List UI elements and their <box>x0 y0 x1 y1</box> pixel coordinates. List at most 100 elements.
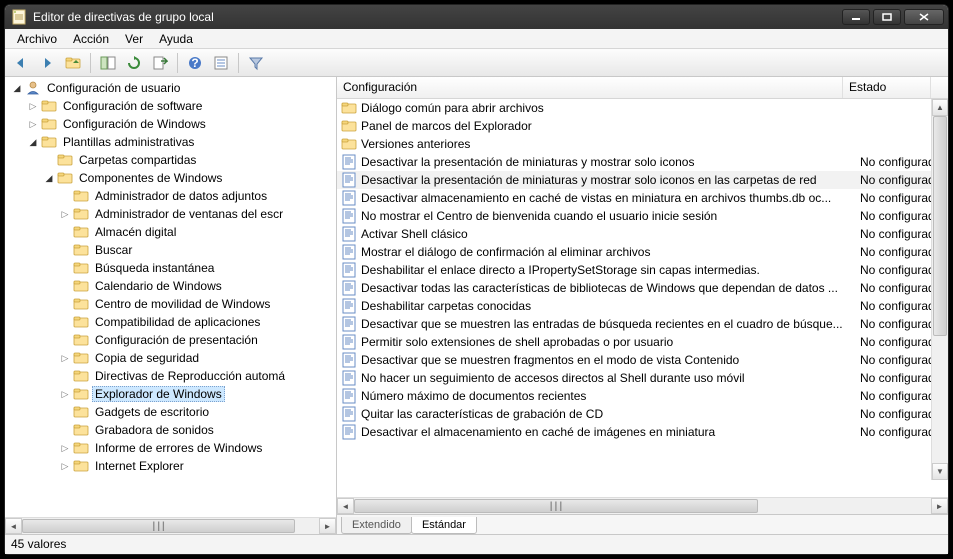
scroll-right-icon[interactable]: ► <box>319 518 336 534</box>
tree-item[interactable]: Almacén digital <box>59 223 336 241</box>
tree-item[interactable]: ▷Copia de seguridad <box>59 349 336 367</box>
tree-item[interactable]: ◢Configuración de usuario <box>11 79 336 97</box>
tree-item[interactable]: Carpetas compartidas <box>43 151 336 169</box>
help-icon[interactable]: ? <box>183 52 207 74</box>
scroll-down-icon[interactable]: ▼ <box>932 463 948 480</box>
show-hide-tree-icon[interactable] <box>96 52 120 74</box>
close-button[interactable] <box>904 9 944 25</box>
policy-setting-icon <box>341 190 357 206</box>
expand-icon[interactable]: ▷ <box>59 442 71 454</box>
scrollbar-thumb[interactable]: ┃┃┃ <box>354 499 758 513</box>
tree-item[interactable]: Calendario de Windows <box>59 277 336 295</box>
tree-view[interactable]: ◢Configuración de usuario▷Configuración … <box>5 77 336 517</box>
folder-icon <box>41 134 57 150</box>
list-vertical-scrollbar[interactable]: ▲ ▼ <box>931 99 948 480</box>
expand-icon[interactable]: ▷ <box>59 208 71 220</box>
tree-item[interactable]: Directivas de Reproducción automá <box>59 367 336 385</box>
tree-item[interactable]: ▷ Internet Explorer <box>59 457 336 475</box>
menu-ver[interactable]: Ver <box>117 30 151 48</box>
scroll-up-icon[interactable]: ▲ <box>932 99 948 116</box>
list-row[interactable]: Activar Shell clásicoNo configurada <box>337 225 948 243</box>
nav-up-icon[interactable] <box>61 52 85 74</box>
tree-item[interactable]: ◢Componentes de Windows <box>43 169 336 187</box>
list-row[interactable]: No mostrar el Centro de bienvenida cuand… <box>337 207 948 225</box>
column-header-name[interactable]: Configuración <box>337 77 843 98</box>
tree-item-label: Administrador de ventanas del escr <box>92 206 286 222</box>
expand-icon[interactable]: ▷ <box>27 100 39 112</box>
collapse-icon[interactable]: ◢ <box>27 136 39 148</box>
list-row[interactable]: Diálogo común para abrir archivos <box>337 99 948 117</box>
window-title: Editor de directivas de grupo local <box>33 10 842 24</box>
list-row[interactable]: Desactivar la presentación de miniaturas… <box>337 153 948 171</box>
list-row[interactable]: Deshabilitar el enlace directo a IProper… <box>337 261 948 279</box>
tree-item[interactable]: Compatibilidad de aplicaciones <box>59 313 336 331</box>
collapse-icon[interactable]: ◢ <box>43 172 55 184</box>
expand-icon[interactable]: ▷ <box>59 352 71 364</box>
menu-archivo[interactable]: Archivo <box>9 30 65 48</box>
menu-accion[interactable]: Acción <box>65 30 117 48</box>
scroll-left-icon[interactable]: ◄ <box>5 518 22 534</box>
tree-item[interactable]: Administrador de datos adjuntos <box>59 187 336 205</box>
list-row[interactable]: Quitar las características de grabación … <box>337 405 948 423</box>
tree-item[interactable]: ▷Informe de errores de Windows <box>59 439 336 457</box>
expand-icon[interactable]: ▷ <box>59 460 71 472</box>
titlebar[interactable]: Editor de directivas de grupo local <box>5 5 948 29</box>
tree-item[interactable]: ▷Configuración de software <box>27 97 336 115</box>
tree-horizontal-scrollbar[interactable]: ◄ ┃┃┃ ► <box>5 517 336 534</box>
tree-item[interactable]: ▷Explorador de Windows <box>59 385 336 403</box>
folder-icon <box>41 116 57 132</box>
scroll-left-icon[interactable]: ◄ <box>337 498 354 514</box>
tree-item[interactable]: Buscar <box>59 241 336 259</box>
list-row[interactable]: Deshabilitar carpetas conocidasNo config… <box>337 297 948 315</box>
list-row[interactable]: Desactivar el almacenamiento en caché de… <box>337 423 948 441</box>
list-row[interactable]: Desactivar que se muestren fragmentos en… <box>337 351 948 369</box>
list-row[interactable]: Versiones anteriores <box>337 135 948 153</box>
minimize-button[interactable] <box>842 9 870 25</box>
scrollbar-thumb[interactable] <box>933 116 947 336</box>
scrollbar-thumb[interactable]: ┃┃┃ <box>22 519 295 533</box>
tree-spacer <box>59 190 71 202</box>
tree-spacer <box>59 262 71 274</box>
tree-item-label: Internet Explorer <box>92 458 187 474</box>
tree-item[interactable]: ▷ Administrador de ventanas del escr <box>59 205 336 223</box>
list-row[interactable]: Permitir solo extensiones de shell aprob… <box>337 333 948 351</box>
tab-estandar[interactable]: Estándar <box>411 517 477 534</box>
list-row[interactable]: Mostrar el diálogo de confirmación al el… <box>337 243 948 261</box>
tree-item[interactable]: Gadgets de escritorio <box>59 403 336 421</box>
nav-back-icon[interactable] <box>9 52 33 74</box>
tree-item[interactable]: Búsqueda instantánea <box>59 259 336 277</box>
tree-item[interactable]: Centro de movilidad de Windows <box>59 295 336 313</box>
tree-item[interactable]: ▷Configuración de Windows <box>27 115 336 133</box>
tree-item[interactable]: Configuración de presentación <box>59 331 336 349</box>
list-row[interactable]: Número máximo de documentos recientesNo … <box>337 387 948 405</box>
refresh-icon[interactable] <box>122 52 146 74</box>
window-frame: Editor de directivas de grupo local Arch… <box>4 4 949 555</box>
tree-item-label: Grabadora de sonidos <box>92 422 217 438</box>
list-horizontal-scrollbar[interactable]: ◄ ┃┃┃ ► <box>337 497 948 514</box>
tab-extendido[interactable]: Extendido <box>341 517 412 534</box>
list-row[interactable]: Panel de marcos del Explorador <box>337 117 948 135</box>
scroll-right-icon[interactable]: ► <box>931 498 948 514</box>
tree-item[interactable]: ◢Plantillas administrativas <box>27 133 336 151</box>
collapse-icon[interactable]: ◢ <box>11 82 23 94</box>
list-row[interactable]: No hacer un seguimiento de accesos direc… <box>337 369 948 387</box>
properties-icon[interactable] <box>209 52 233 74</box>
list-row-name: Desactivar almacenamiento en caché de vi… <box>361 191 860 205</box>
list-row[interactable]: Desactivar la presentación de miniaturas… <box>337 171 948 189</box>
nav-forward-icon[interactable] <box>35 52 59 74</box>
expand-icon[interactable]: ▷ <box>27 118 39 130</box>
maximize-button[interactable] <box>873 9 901 25</box>
filter-icon[interactable] <box>244 52 268 74</box>
menubar: Archivo Acción Ver Ayuda <box>5 29 948 49</box>
list-view[interactable]: Diálogo común para abrir archivosPanel d… <box>337 99 948 441</box>
list-row[interactable]: Desactivar todas las características de … <box>337 279 948 297</box>
list-row[interactable]: Desactivar que se muestren las entradas … <box>337 315 948 333</box>
tree-item[interactable]: Grabadora de sonidos <box>59 421 336 439</box>
menu-ayuda[interactable]: Ayuda <box>151 30 201 48</box>
expand-icon[interactable]: ▷ <box>59 388 71 400</box>
column-header-state[interactable]: Estado <box>843 77 931 98</box>
folder-icon <box>73 242 89 258</box>
list-row[interactable]: Desactivar almacenamiento en caché de vi… <box>337 189 948 207</box>
export-list-icon[interactable] <box>148 52 172 74</box>
policy-setting-icon <box>341 334 357 350</box>
